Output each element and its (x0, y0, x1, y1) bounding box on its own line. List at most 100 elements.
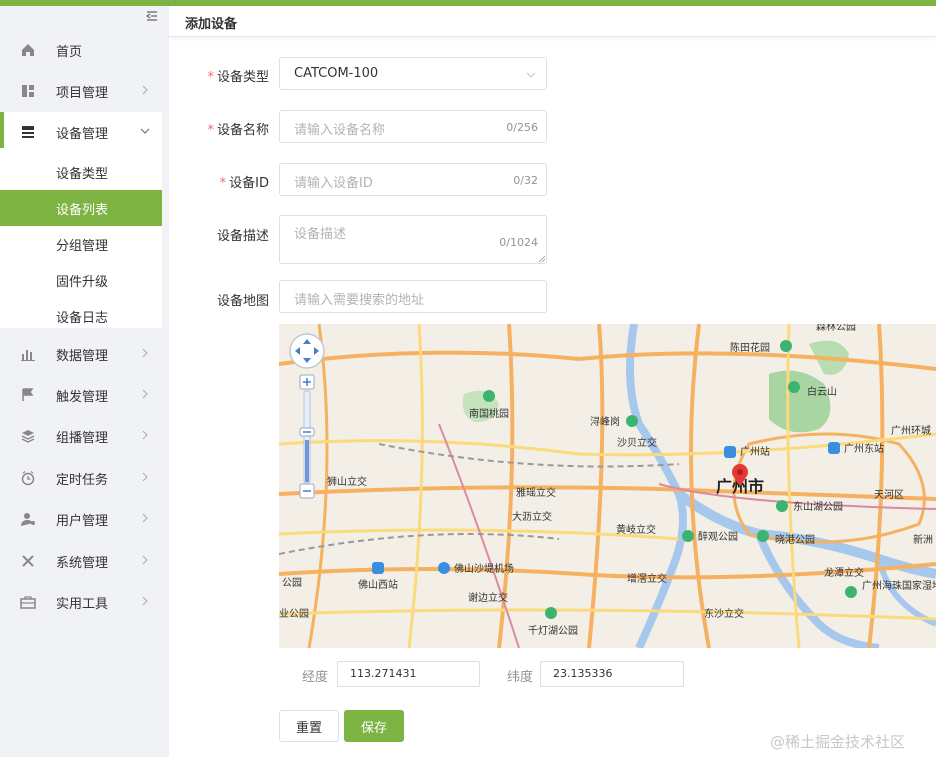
resize-handle-icon[interactable] (538, 255, 545, 262)
flag-icon (22, 388, 34, 401)
map-pan-control[interactable] (289, 333, 325, 369)
sidebar-item-label: 实用工具 (56, 596, 109, 612)
device-id-counter: 0/32 (513, 174, 538, 187)
project-icon (22, 85, 34, 97)
sidebar-item-schedule[interactable]: 定时任务 (0, 458, 162, 498)
chevron-right-icon (142, 555, 148, 565)
latitude-input[interactable]: 23.135336 (540, 661, 684, 687)
sidebar-item-label: 触发管理 (56, 389, 109, 405)
device-type-value: CATCOM-100 (294, 66, 379, 81)
sidebar-item-multicast[interactable]: 组播管理 (0, 416, 162, 456)
reset-button[interactable]: 重置 (279, 710, 339, 742)
map-label: 陈田花园 (730, 341, 770, 354)
chevron-right-icon (142, 389, 148, 399)
chevron-right-icon (142, 85, 148, 95)
map-label: 广州环城 (891, 425, 931, 437)
sidebar-item-utilities[interactable]: 实用工具 (0, 582, 162, 622)
sidebar-item-home[interactable]: 首页 (0, 30, 162, 70)
sidebar-item-label: 首页 (56, 44, 83, 60)
map-label: 佛山沙堤机场 (454, 562, 514, 575)
map-zoom-in-button[interactable] (299, 374, 315, 390)
map-zoom-out-button[interactable] (299, 483, 315, 499)
sidebar-item-label: 数据管理 (56, 348, 109, 364)
submenu-item-log[interactable]: 设备日志 (0, 298, 162, 334)
device-name-counter: 0/256 (506, 121, 538, 134)
map-label: 龙潭立交 (824, 566, 864, 579)
save-button[interactable]: 保存 (344, 710, 404, 742)
map-label: 广州站 (740, 445, 770, 458)
chevron-down-icon (526, 72, 536, 78)
park-marker (788, 381, 800, 393)
park-marker (845, 586, 857, 598)
device-id-placeholder: 请输入设备ID (294, 176, 373, 191)
map-label: 公园 (282, 577, 302, 589)
map-label: 雅瑶立交 (516, 486, 556, 499)
longitude-label: 经度 (302, 670, 329, 685)
chevron-down-icon (140, 128, 150, 134)
watermark: @稀土掘金技术社区 (770, 733, 906, 751)
latitude-label: 纬度 (507, 670, 534, 685)
park-marker (780, 340, 792, 352)
submenu-item-group[interactable]: 分组管理 (0, 226, 162, 262)
map-label: 谢边立交 (468, 591, 508, 604)
sidebar-item-label: 定时任务 (56, 472, 109, 488)
map-label: 千灯湖公园 (528, 625, 578, 637)
map-search-placeholder: 请输入需要搜索的地址 (294, 293, 425, 308)
device-desc-textarea[interactable]: 设备描述 0/1024 (279, 215, 547, 264)
sidebar-item-user[interactable]: 用户管理 (0, 499, 162, 539)
chevron-right-icon (142, 430, 148, 440)
user-icon (21, 513, 35, 526)
map-zoom-level-fill (305, 440, 309, 482)
map-label: 广州海珠国家湿地公园 (862, 579, 936, 592)
park-marker (682, 530, 694, 542)
home-icon (22, 44, 34, 56)
sidebar-item-trigger[interactable]: 触发管理 (0, 375, 162, 415)
map-canvas[interactable]: 陈田花园 白云山 南国桃园 浔峰岗 沙贝立交 广州站 广州东站 广州市 狮山立交… (279, 324, 936, 648)
device-id-input[interactable]: 请输入设备ID 0/32 (279, 163, 547, 196)
layers-icon (21, 430, 35, 443)
device-name-placeholder: 请输入设备名称 (294, 123, 386, 138)
sidebar-item-label: 组播管理 (56, 430, 109, 446)
longitude-input[interactable]: 113.271431 (337, 661, 480, 687)
map-label: 沙贝立交 (617, 436, 657, 449)
park-marker (483, 390, 495, 402)
park-marker (757, 530, 769, 542)
page-title: 添加设备 (185, 17, 238, 32)
station-marker (828, 442, 840, 454)
sidebar-item-device[interactable]: 设备管理 (0, 112, 162, 152)
sidebar-item-label: 设备管理 (56, 126, 109, 142)
map-label: 晓港公园 (775, 534, 815, 546)
map-label: 醉观公园 (698, 530, 738, 543)
device-name-input[interactable]: 请输入设备名称 0/256 (279, 110, 547, 143)
chevron-right-icon (142, 596, 148, 606)
map-label: 业公园 (279, 608, 309, 620)
map-label: 白云山 (807, 385, 837, 398)
map-view[interactable]: 陈田花园 白云山 南国桃园 浔峰岗 沙贝立交 广州站 广州东站 广州市 狮山立交… (279, 324, 936, 648)
sidebar-item-system[interactable]: 系统管理 (0, 541, 162, 581)
submenu-item-device-type[interactable]: 设备类型 (0, 154, 162, 190)
submenu-item-device-list[interactable]: 设备列表 (0, 190, 162, 226)
latitude-value: 23.135336 (553, 667, 613, 680)
submenu-item-firmware[interactable]: 固件升级 (0, 262, 162, 298)
device-desc-placeholder: 设备描述 (294, 227, 347, 242)
device-type-label: * 设备类型 (207, 70, 269, 85)
map-label: 狮山立交 (327, 475, 367, 488)
clock-icon (21, 470, 35, 486)
chevron-right-icon (142, 348, 148, 358)
map-label: 新洲 (913, 533, 933, 546)
device-desc-counter: 0/1024 (499, 236, 538, 249)
device-name-label: * 设备名称 (207, 123, 269, 138)
map-label: 东沙立交 (704, 607, 744, 620)
chevron-right-icon (142, 472, 148, 482)
chevron-right-icon (142, 513, 148, 523)
map-zoom-handle[interactable] (299, 427, 315, 437)
map-search-input[interactable]: 请输入需要搜索的地址 (279, 280, 547, 313)
sidebar-item-project[interactable]: 项目管理 (0, 71, 162, 111)
sidebar-item-data[interactable]: 数据管理 (0, 334, 162, 374)
device-desc-label: 设备描述 (216, 229, 269, 244)
map-label: 森林公园 (816, 324, 856, 333)
collapse-menu-icon[interactable] (146, 10, 158, 22)
tools-icon (22, 555, 34, 567)
submenu-item-label: 固件升级 (56, 274, 109, 290)
device-type-select[interactable]: CATCOM-100 (279, 57, 547, 90)
